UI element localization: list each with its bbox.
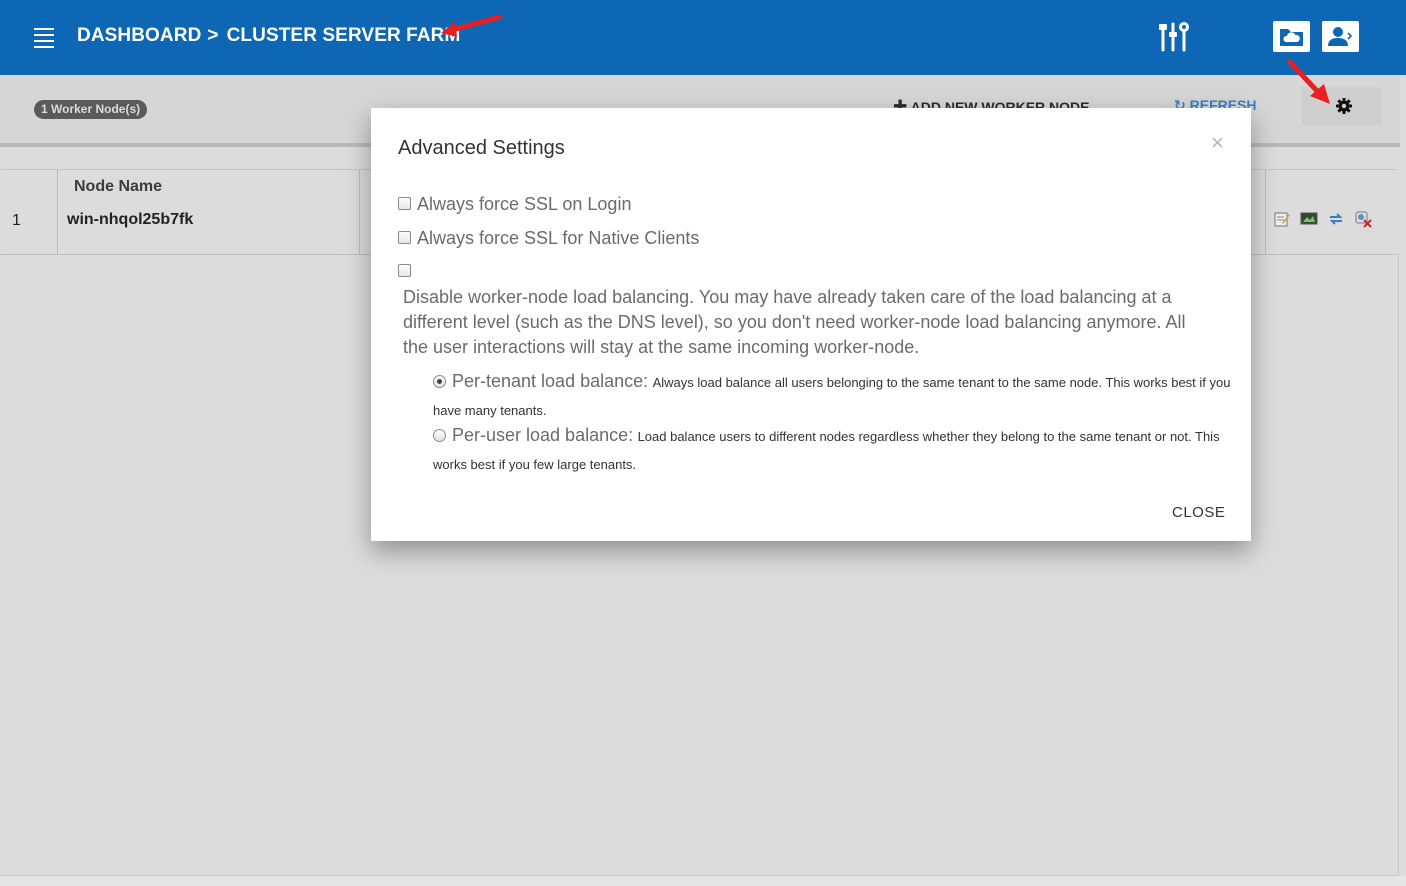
annotation-arrow-icon [1287, 59, 1330, 104]
per-user-label[interactable]: Per-user load balance: [452, 425, 633, 445]
force-ssl-login-label: Always force SSL on Login [417, 194, 632, 214]
monitor-icon[interactable] [1300, 210, 1318, 228]
disable-load-balancing-description: Disable worker-node load balancing. You … [403, 287, 1186, 357]
user-account-button[interactable] [1322, 21, 1359, 52]
remove-node-icon[interactable] [1354, 210, 1372, 228]
close-button[interactable]: CLOSE [1172, 504, 1225, 521]
force-ssl-native-label: Always force SSL for Native Clients [417, 228, 700, 248]
close-icon[interactable]: × [1211, 132, 1224, 154]
edit-icon[interactable] [1273, 210, 1291, 228]
cloud-folder-icon [1280, 29, 1303, 46]
column-divider [359, 170, 360, 254]
advanced-settings-dialog: Advanced Settings × Always force SSL on … [371, 108, 1251, 541]
gear-icon [1336, 98, 1352, 114]
column-header-node-name[interactable]: Node Name [74, 178, 162, 196]
force-ssl-login-checkbox[interactable] [398, 197, 411, 210]
row-index: 1 [12, 212, 21, 229]
menu-icon[interactable] [34, 28, 54, 48]
column-divider [57, 170, 58, 254]
disable-load-balancing-checkbox[interactable] [398, 264, 411, 277]
dialog-title: Advanced Settings [398, 137, 565, 159]
column-divider [1265, 170, 1266, 254]
top-app-bar: DASHBOARD > CLUSTER SERVER FARM [0, 0, 1406, 75]
sync-icon[interactable] [1327, 210, 1345, 228]
cloud-folder-button[interactable] [1273, 21, 1310, 52]
annotation-arrow-icon [441, 14, 503, 37]
row-node-name[interactable]: win-nhqol25b7fk [67, 211, 193, 229]
tools-icon[interactable] [1158, 20, 1192, 54]
breadcrumb: DASHBOARD > CLUSTER SERVER FARM [77, 25, 460, 47]
breadcrumb-separator: > [207, 25, 219, 46]
page-footer-strip [0, 876, 1406, 886]
force-ssl-native-checkbox[interactable] [398, 231, 411, 244]
worker-count-badge: 1 Worker Node(s) [34, 100, 148, 119]
breadcrumb-dashboard[interactable]: DASHBOARD [77, 25, 201, 46]
per-tenant-label[interactable]: Per-tenant load balance: [452, 371, 648, 391]
per-user-option: Per-user load balance: Load balance user… [433, 421, 1233, 479]
per-tenant-option: Per-tenant load balance: Always load bal… [433, 367, 1233, 425]
breadcrumb-current: CLUSTER SERVER FARM [226, 25, 461, 46]
user-icon [1328, 27, 1353, 46]
